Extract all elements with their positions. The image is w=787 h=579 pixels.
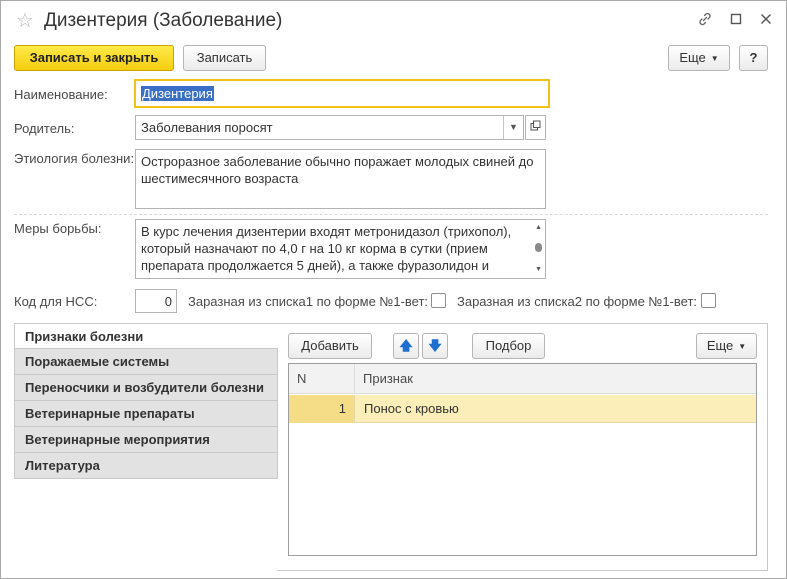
move-up-button[interactable]: 🡅 (393, 333, 419, 359)
tab-literature[interactable]: Литература (14, 453, 278, 479)
parent-label: Родитель: (14, 121, 75, 136)
table-header: N Признак (289, 364, 756, 394)
name-value: Дизентерия (141, 86, 214, 101)
row-sign: Понос с кровью (364, 401, 459, 416)
more-button[interactable]: Еще ▼ (668, 45, 730, 71)
tab-veterinary-drugs[interactable]: Ветеринарные препараты (14, 401, 278, 427)
tab-carriers-pathogens[interactable]: Переносчики и возбудители болезни (14, 375, 278, 401)
etiology-textarea[interactable]: Остроразное заболевание обычно поражает … (135, 149, 546, 209)
etiology-label: Этиология болезни: (14, 151, 135, 166)
column-header-n[interactable]: N (289, 364, 355, 394)
table-row[interactable]: 1 Понос с кровью (289, 395, 756, 423)
contagious2-checkbox[interactable] (701, 293, 716, 308)
form-window: ☆ Дизентерия (Заболевание) Записать и за… (0, 0, 787, 579)
parent-select[interactable]: Заболевания поросят ▼ (135, 115, 524, 140)
section-divider (14, 214, 768, 215)
name-input[interactable]: Дизентерия (134, 79, 550, 108)
contagious2-label: Заразная из списка2 по форме №1-вет: (457, 294, 698, 309)
contagious1-label: Заразная из списка1 по форме №1-вет: (188, 294, 429, 309)
scroll-up-icon[interactable]: ▲ (533, 223, 544, 233)
tab-more-label: Еще (706, 338, 734, 353)
star-icon[interactable]: ☆ (16, 10, 38, 32)
tab-affected-systems[interactable]: Поражаемые системы (14, 349, 278, 375)
chevron-down-icon: ▼ (710, 54, 719, 63)
measures-label: Меры борьбы: (14, 221, 102, 236)
measures-value: В курс лечения дизентерии входят метрони… (141, 224, 512, 273)
contagious1-checkbox[interactable] (431, 293, 446, 308)
scroll-thumb[interactable] (535, 243, 542, 252)
maximize-icon[interactable] (726, 11, 746, 31)
column-header-sign[interactable]: Признак (355, 364, 413, 394)
help-button[interactable]: ? (739, 45, 768, 71)
scroll-down-icon[interactable]: ▼ (533, 265, 544, 275)
add-button[interactable]: Добавить (288, 333, 372, 359)
link-icon[interactable] (695, 11, 715, 31)
tab-disease-signs[interactable]: Признаки болезни (14, 323, 278, 349)
open-parent-button[interactable] (525, 115, 546, 140)
close-icon[interactable] (756, 11, 776, 31)
parent-value: Заболевания поросят (141, 120, 273, 135)
pick-button[interactable]: Подбор (472, 333, 545, 359)
open-icon (530, 120, 541, 131)
row-number: 1 (289, 395, 355, 423)
arrow-down-icon: 🡇 (428, 338, 442, 353)
more-label: Еще (679, 50, 706, 65)
dropdown-arrow-icon[interactable]: ▼ (503, 116, 523, 139)
save-and-close-button[interactable]: Записать и закрыть (14, 45, 174, 71)
measures-textarea[interactable]: В курс лечения дизентерии входят метрони… (135, 219, 546, 279)
code-input[interactable]: 0 (135, 289, 177, 313)
save-button[interactable]: Записать (183, 45, 266, 71)
signs-table[interactable]: N Признак 1 Понос с кровью (288, 363, 757, 556)
code-label: Код для НСС: (14, 294, 98, 309)
window-title: Дизентерия (Заболевание) (44, 10, 283, 31)
move-down-button[interactable]: 🡇 (422, 333, 448, 359)
tab-veterinary-measures[interactable]: Ветеринарные мероприятия (14, 427, 278, 453)
measures-scrollbar[interactable]: ▲ ▼ (533, 221, 544, 277)
arrow-up-icon: 🡅 (399, 338, 413, 353)
tab-more-button[interactable]: Еще ▼ (696, 333, 757, 359)
chevron-down-icon: ▼ (738, 342, 747, 351)
name-label: Наименование: (14, 87, 108, 102)
